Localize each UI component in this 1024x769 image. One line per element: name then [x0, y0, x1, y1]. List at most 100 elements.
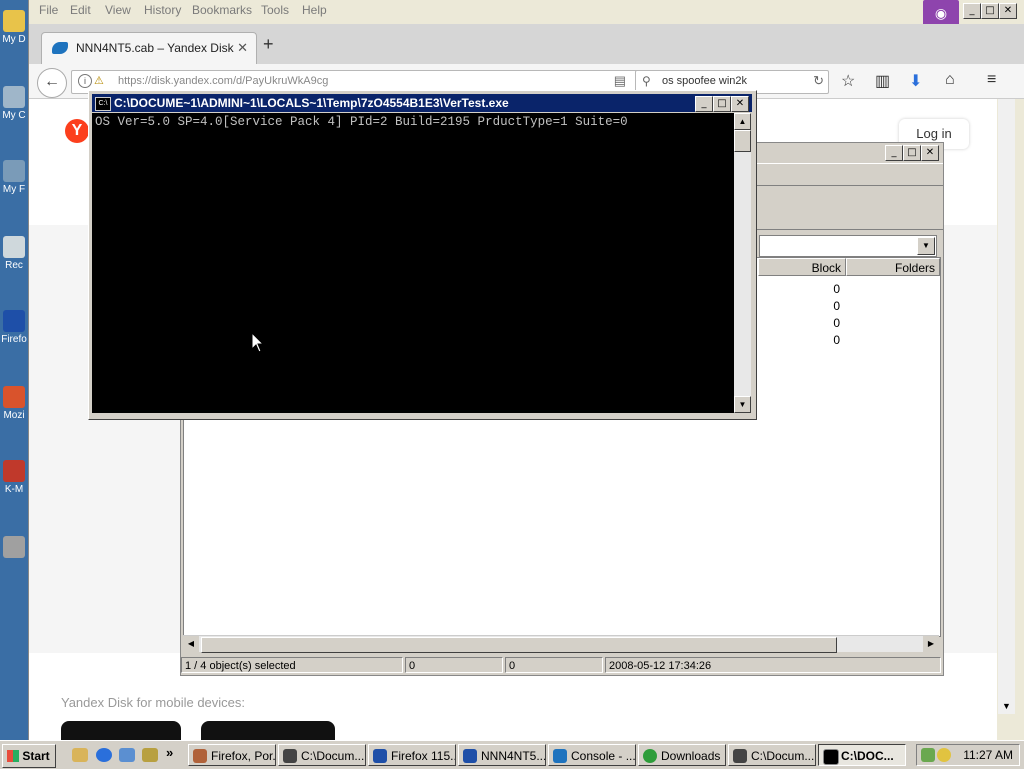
- google-play-badge[interactable]: [201, 721, 335, 741]
- desktop-icon-firefox[interactable]: Firefo: [0, 310, 28, 345]
- taskbar-button-firefox-portable[interactable]: Firefox, Por...: [188, 744, 276, 766]
- scroll-up-icon[interactable]: ▲: [734, 113, 751, 130]
- archive-maximize-button[interactable]: □: [903, 145, 921, 161]
- system-tray: 11:27 AM: [916, 744, 1020, 766]
- console-icon: [553, 749, 567, 763]
- scroll-left-icon[interactable]: ◀: [183, 636, 199, 652]
- scroll-down-icon[interactable]: ▼: [734, 396, 751, 413]
- console-minimize-button[interactable]: _: [695, 96, 713, 112]
- quicklaunch-outlook-icon[interactable]: [119, 748, 135, 762]
- yandex-logo[interactable]: Y: [65, 119, 89, 143]
- tab-yandex-disk[interactable]: NNN4NT5.cab – Yandex Disk ✕: [41, 32, 257, 65]
- library-icon[interactable]: ▥: [875, 71, 890, 91]
- search-input[interactable]: os spoofee win2k: [662, 75, 747, 87]
- windows-logo-icon: [7, 750, 19, 762]
- taskbar-button-downloads[interactable]: Downloads: [638, 744, 726, 766]
- menu-help[interactable]: Help: [302, 3, 327, 17]
- menu-history[interactable]: History: [144, 3, 181, 17]
- table-row-folders[interactable]: 0: [800, 299, 840, 313]
- status-selection: 1 / 4 object(s) selected: [181, 657, 403, 673]
- chevron-down-icon[interactable]: ▼: [917, 237, 935, 255]
- taskbar-button-firefox-115[interactable]: Firefox 115...: [368, 744, 456, 766]
- home-icon[interactable]: ⌂: [945, 71, 955, 89]
- minimize-button[interactable]: _: [963, 3, 981, 19]
- console-screen[interactable]: OS Ver=5.0 SP=4.0[Service Pack 4] PId=2 …: [92, 113, 734, 413]
- taskbar-button-documents-2[interactable]: C:\Docum...: [728, 744, 816, 766]
- warning-lock-icon[interactable]: ⚠: [94, 74, 104, 87]
- tray-network-icon[interactable]: [921, 748, 935, 762]
- tab-bar: NNN4NT5.cab – Yandex Disk ✕ +: [29, 24, 1024, 65]
- hamburger-menu-icon[interactable]: ≡: [987, 71, 996, 89]
- column-header-block[interactable]: Block: [758, 258, 846, 276]
- desktop: My D My C My F Rec Firefo Mozi K-M: [0, 0, 28, 740]
- close-button[interactable]: ✕: [999, 3, 1017, 19]
- desktop-icon-my-computer[interactable]: My C: [0, 86, 28, 121]
- desktop-icon-recycle-bin[interactable]: Rec: [0, 236, 28, 271]
- console-window: C:\ C:\DOCUME~1\ADMINI~1\LOCALS~1\Temp\7…: [88, 90, 757, 420]
- archive-minimize-button[interactable]: _: [885, 145, 903, 161]
- quicklaunch-ie-icon[interactable]: [96, 748, 112, 762]
- taskbar-button-console[interactable]: Console - ...: [548, 744, 636, 766]
- menu-file[interactable]: File: [39, 3, 58, 17]
- desktop-icon-misc[interactable]: [0, 536, 28, 560]
- console-maximize-button[interactable]: □: [713, 96, 731, 112]
- page-scrollbar[interactable]: ▼: [998, 99, 1015, 714]
- console-close-button[interactable]: ✕: [731, 96, 749, 112]
- status-size: 0: [405, 657, 503, 673]
- firefox-icon: [373, 749, 387, 763]
- scroll-right-icon[interactable]: ▶: [923, 636, 939, 652]
- archive-close-button[interactable]: ✕: [921, 145, 939, 161]
- taskbar-button-documents-1[interactable]: C:\Docum...: [278, 744, 366, 766]
- desktop-icon-kmplayer[interactable]: K-M: [0, 460, 28, 495]
- taskbar-button-console-active[interactable]: C:\DOC...: [818, 744, 906, 766]
- app-store-badge[interactable]: [61, 721, 181, 741]
- back-button[interactable]: ←: [37, 68, 67, 98]
- menu-bookmarks[interactable]: Bookmarks: [192, 3, 252, 17]
- quicklaunch-desktop-icon[interactable]: [72, 748, 88, 762]
- column-header-folders[interactable]: Folders: [846, 258, 940, 276]
- scroll-thumb[interactable]: [734, 130, 751, 152]
- desktop-icon-my-documents[interactable]: My D: [0, 10, 28, 45]
- search-reload-icon[interactable]: ↻: [813, 73, 824, 89]
- desktop-icon-my-network[interactable]: My F: [0, 160, 28, 195]
- site-info-icon[interactable]: i: [78, 74, 92, 88]
- tab-title: NNN4NT5.cab – Yandex Disk: [76, 41, 234, 55]
- menu-view[interactable]: View: [105, 3, 131, 17]
- console-title-bar[interactable]: C:\ C:\DOCUME~1\ADMINI~1\LOCALS~1\Temp\7…: [92, 94, 752, 112]
- start-button[interactable]: Start: [2, 744, 56, 768]
- quicklaunch-search-icon[interactable]: [142, 748, 158, 762]
- table-row-folders[interactable]: 0: [800, 282, 840, 296]
- status-bar: 1 / 4 object(s) selected 0 0 2008-05-12 …: [181, 655, 943, 675]
- path-combobox[interactable]: ▼: [759, 235, 937, 257]
- maximize-button[interactable]: □: [981, 3, 999, 19]
- reader-view-icon[interactable]: ▤: [614, 73, 626, 89]
- yandex-disk-favicon-icon: [52, 42, 68, 54]
- table-row-folders[interactable]: 0: [800, 333, 840, 347]
- scroll-down-icon[interactable]: ▼: [998, 698, 1015, 714]
- horizontal-scrollbar[interactable]: ◀ ▶: [183, 635, 939, 653]
- quicklaunch-chevron-icon[interactable]: »: [166, 745, 173, 760]
- firefox-icon: [193, 749, 207, 763]
- scroll-thumb[interactable]: [201, 637, 837, 653]
- tab-close-icon[interactable]: ✕: [237, 40, 248, 56]
- search-icon: ⚲: [642, 74, 651, 88]
- menu-edit[interactable]: Edit: [70, 3, 91, 17]
- clock[interactable]: 11:27 AM: [963, 748, 1013, 762]
- window-controls: _ □ ✕: [963, 3, 1017, 19]
- new-tab-button[interactable]: +: [263, 34, 274, 55]
- 7zip-icon: [283, 749, 297, 763]
- menu-tools[interactable]: Tools: [261, 3, 289, 17]
- table-row-folders[interactable]: 0: [800, 316, 840, 330]
- url-text: https://disk.yandex.com/d/PayUkruWkA9cg: [118, 75, 329, 87]
- console-scrollbar[interactable]: ▲ ▼: [734, 113, 751, 413]
- downloads-icon[interactable]: ⬇: [909, 71, 922, 91]
- private-browsing-mask-icon[interactable]: ◉: [923, 0, 959, 26]
- taskbar-button-nnn4nt5[interactable]: NNN4NT5...: [458, 744, 546, 766]
- tray-security-icon[interactable]: [937, 748, 951, 762]
- console-icon: C:\: [95, 97, 111, 111]
- desktop-icon-mozilla[interactable]: Mozi: [0, 386, 28, 421]
- bookmark-star-icon[interactable]: ☆: [841, 71, 855, 91]
- status-modified: 2008-05-12 17:34:26: [605, 657, 941, 673]
- 7zip-icon: [733, 749, 747, 763]
- mobile-devices-heading: Yandex Disk for mobile devices:: [61, 695, 246, 710]
